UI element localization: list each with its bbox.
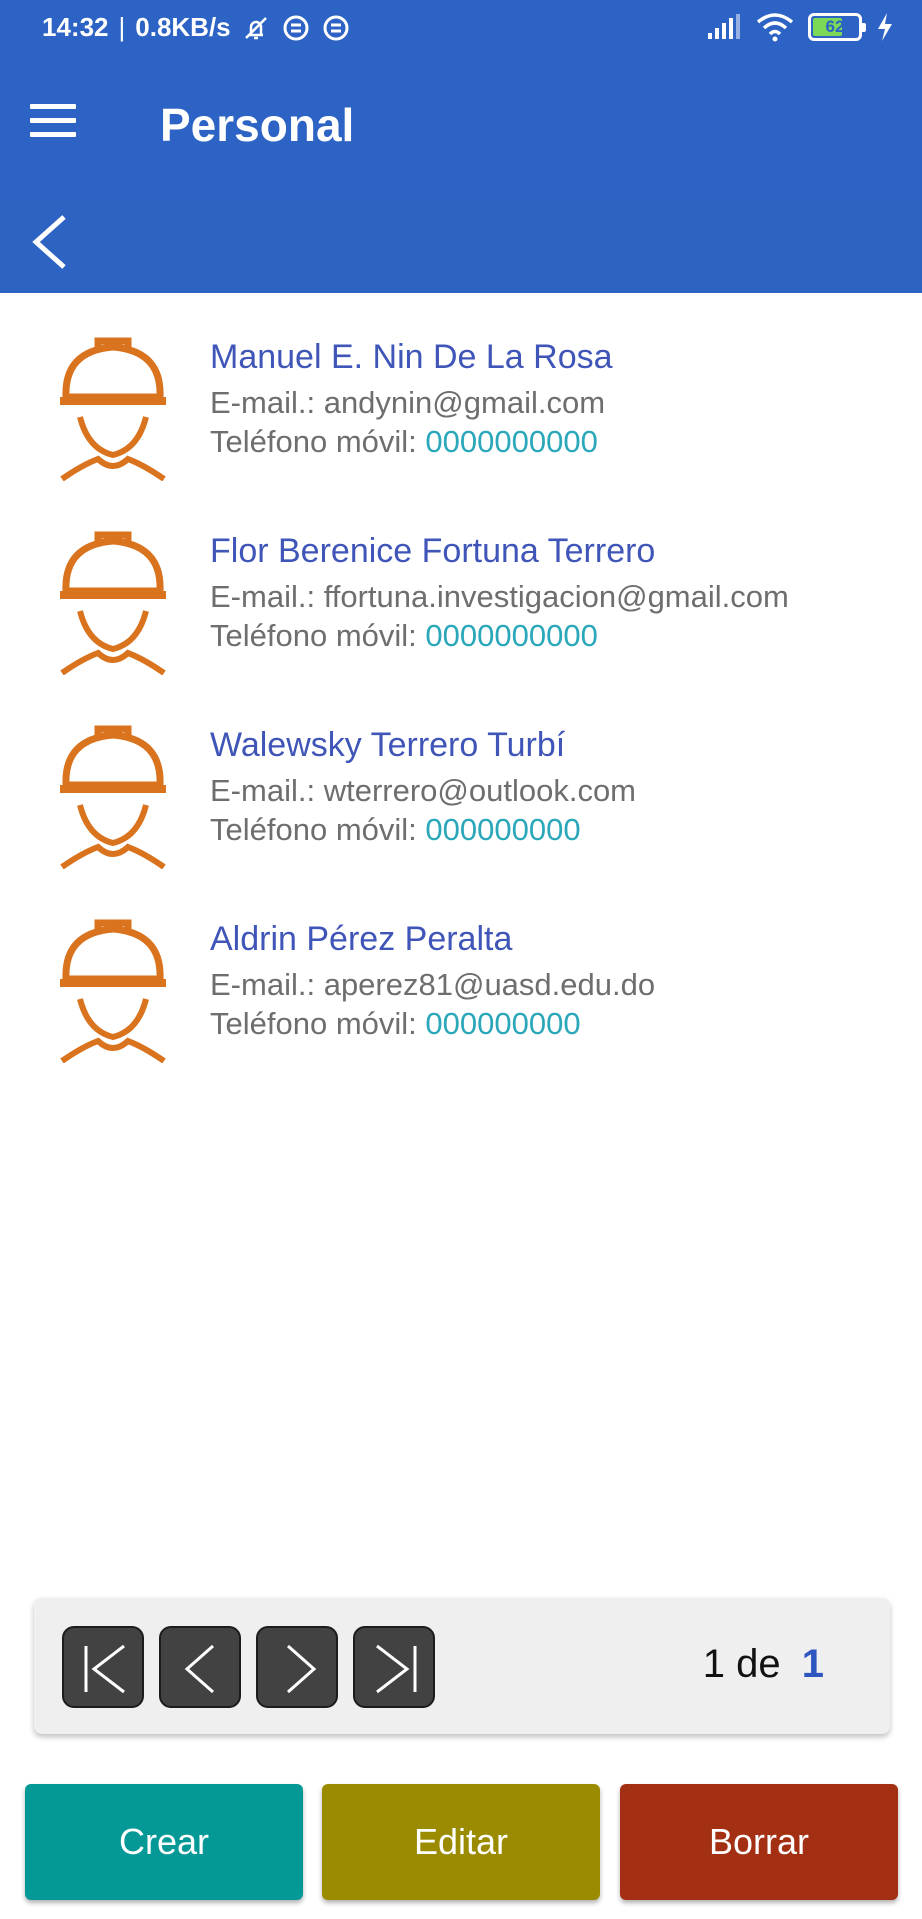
phone-row: Teléfono móvil: 000000000: [210, 1004, 655, 1043]
email-value: wterrero@outlook.com: [323, 773, 637, 808]
current-page: 1: [702, 1642, 725, 1686]
phone-label: Teléfono móvil:: [210, 812, 417, 847]
phone-link[interactable]: 000000000: [425, 812, 580, 847]
battery-icon: 62: [808, 13, 866, 41]
list-item[interactable]: Aldrin Pérez Peralta E-mail.: aperez81@u…: [0, 875, 922, 1069]
first-page-icon: [84, 1644, 125, 1694]
email-row: E-mail.: aperez81@uasd.edu.do: [210, 965, 655, 1004]
crear-button[interactable]: Crear: [25, 1784, 303, 1900]
page-title: Personal: [160, 99, 355, 151]
status-right: 62: [706, 12, 894, 42]
editar-button[interactable]: Editar: [322, 1784, 600, 1900]
first-page-button[interactable]: [62, 1626, 144, 1708]
app-bar: Personal: [0, 56, 922, 193]
total-pages: 1: [801, 1642, 824, 1686]
last-page-icon: [376, 1644, 417, 1694]
back-arrow-icon[interactable]: [26, 211, 74, 273]
email-label: E-mail.:: [210, 967, 316, 1002]
phone-link[interactable]: 0000000000: [425, 424, 597, 459]
personnel-list: Manuel E. Nin De La Rosa E-mail.: andyni…: [0, 293, 922, 1069]
email-label: E-mail.:: [210, 773, 316, 808]
worker-helmet-icon: [60, 531, 166, 675]
email-value: ffortuna.investigacion@gmail.com: [323, 579, 789, 614]
network-speed: 0.8KB/s: [135, 12, 231, 42]
person-info: Manuel E. Nin De La Rosa E-mail.: andyni…: [210, 335, 613, 461]
person-name: Aldrin Pérez Peralta: [210, 920, 513, 958]
person-name: Flor Berenice Fortuna Terrero: [210, 532, 656, 570]
email-row: E-mail.: ffortuna.investigacion@gmail.co…: [210, 577, 789, 616]
charging-icon: [878, 13, 892, 41]
previous-page-button[interactable]: [159, 1626, 241, 1708]
chevron-left-icon: [184, 1644, 214, 1694]
person-info: Walewsky Terrero Turbí E-mail.: wterrero…: [210, 723, 636, 849]
email-label: E-mail.:: [210, 579, 316, 614]
pagination-bar: 1 de 1: [34, 1598, 890, 1734]
person-name: Walewsky Terrero Turbí: [210, 726, 566, 764]
phone-link[interactable]: 000000000: [425, 1006, 580, 1041]
status-left: 14:32 | 0.8KB/s: [42, 12, 351, 43]
worker-helmet-icon: [60, 725, 166, 869]
phone-row: Teléfono móvil: 0000000000: [210, 422, 613, 461]
status-separator: |: [118, 12, 126, 42]
phone-link[interactable]: 0000000000: [425, 618, 597, 653]
navigation-bar: [0, 193, 922, 293]
list-item[interactable]: Flor Berenice Fortuna Terrero E-mail.: f…: [0, 487, 922, 681]
worker-helmet-icon: [60, 337, 166, 481]
phone-label: Teléfono móvil:: [210, 424, 417, 459]
worker-helmet-icon: [60, 919, 166, 1063]
person-info: Flor Berenice Fortuna Terrero E-mail.: f…: [210, 529, 789, 655]
phone-row: Teléfono móvil: 0000000000: [210, 616, 789, 655]
sync-icon: [323, 15, 349, 40]
list-item[interactable]: Manuel E. Nin De La Rosa E-mail.: andyni…: [0, 293, 922, 487]
email-row: E-mail.: andynin@gmail.com: [210, 383, 613, 422]
phone-row: Teléfono móvil: 000000000: [210, 810, 636, 849]
battery-level: 62: [825, 17, 845, 36]
menu-icon[interactable]: [30, 104, 76, 138]
signal-icon: [708, 14, 740, 39]
phone-label: Teléfono móvil:: [210, 1006, 417, 1041]
phone-label: Teléfono móvil:: [210, 618, 417, 653]
chevron-right-icon: [287, 1644, 317, 1694]
notifications-off-icon: [244, 16, 267, 39]
list-item[interactable]: Walewsky Terrero Turbí E-mail.: wterrero…: [0, 681, 922, 875]
last-page-button[interactable]: [353, 1626, 435, 1708]
email-label: E-mail.:: [210, 385, 316, 420]
borrar-button[interactable]: Borrar: [620, 1784, 898, 1900]
email-row: E-mail.: wterrero@outlook.com: [210, 771, 636, 810]
page-separator: de: [736, 1642, 781, 1686]
email-value: aperez81@uasd.edu.do: [323, 967, 656, 1002]
wifi-icon: [756, 13, 794, 42]
email-value: andynin@gmail.com: [323, 385, 606, 420]
sync-icon: [283, 15, 309, 40]
status-time: 14:32: [42, 12, 109, 42]
page-counter: 1 de 1: [703, 1642, 824, 1687]
status-bar: 14:32 | 0.8KB/s 62: [0, 0, 922, 56]
person-info: Aldrin Pérez Peralta E-mail.: aperez81@u…: [210, 917, 655, 1043]
person-name: Manuel E. Nin De La Rosa: [210, 338, 613, 376]
next-page-button[interactable]: [256, 1626, 338, 1708]
